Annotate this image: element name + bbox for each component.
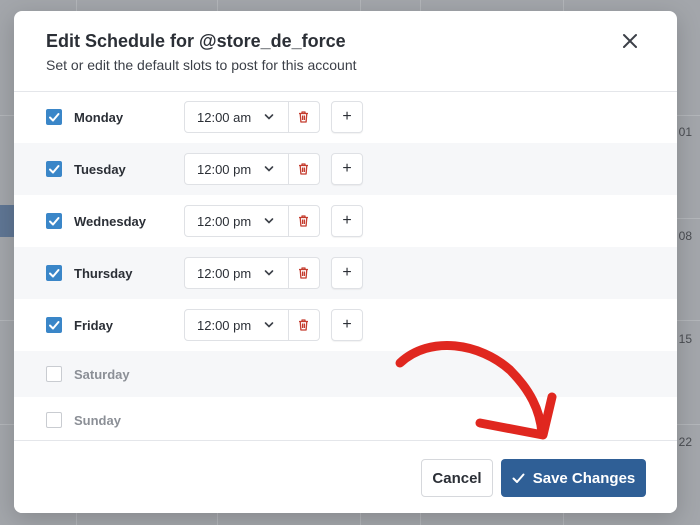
tuesday-checkbox[interactable] [46,161,62,177]
time-value: 12:00 pm [197,213,252,229]
day-label: Thursday [74,266,133,281]
cancel-button[interactable]: Cancel [421,459,493,497]
delete-slot-button[interactable] [287,310,320,340]
add-slot-button[interactable]: + [331,153,363,185]
trash-icon [299,215,309,227]
add-slot-button[interactable]: + [331,309,363,341]
day-label: Monday [74,110,124,125]
day-row-wednesday: Wednesday 12:00 pm + [14,195,677,247]
calendar-event-block [0,205,14,237]
modal-footer: Cancel Save Changes [14,440,677,513]
time-value: 12:00 am [197,109,252,125]
trash-icon [299,319,309,331]
day-label: Wednesday [74,214,147,229]
calendar-day-number: 01 [678,125,692,139]
chevron-down-icon [264,322,273,328]
time-slot: 12:00 am [184,101,320,133]
trash-icon [299,163,309,175]
time-select[interactable]: 12:00 am [185,102,288,132]
check-icon [512,473,525,483]
time-select[interactable]: 12:00 pm [185,206,288,236]
chevron-down-icon [264,166,273,172]
check-icon [49,165,60,174]
save-changes-button[interactable]: Save Changes [501,459,646,497]
calendar-day-number: 15 [678,332,692,346]
delete-slot-button[interactable] [287,102,320,132]
day-label: Saturday [74,367,130,382]
day-label: Friday [74,318,114,333]
close-button[interactable] [618,29,642,53]
check-icon [49,321,60,330]
check-icon [49,269,60,278]
check-icon [49,113,60,122]
time-value: 12:00 pm [197,317,252,333]
day-row-sunday: Sunday [14,397,677,440]
time-select[interactable]: 12:00 pm [185,310,288,340]
sunday-checkbox[interactable] [46,412,62,428]
edit-schedule-modal: Edit Schedule for @store_de_force Set or… [14,11,677,513]
add-slot-button[interactable]: + [331,205,363,237]
day-label: Tuesday [74,162,126,177]
day-row-friday: Friday 12:00 pm + [14,299,677,351]
time-select[interactable]: 12:00 pm [185,154,288,184]
modal-header: Edit Schedule for @store_de_force Set or… [14,11,677,92]
wednesday-checkbox[interactable] [46,213,62,229]
calendar-day-number: 08 [678,229,692,243]
time-slot: 12:00 pm [184,205,320,237]
trash-icon [299,111,309,123]
delete-slot-button[interactable] [287,154,320,184]
day-label: Sunday [74,413,121,428]
saturday-checkbox[interactable] [46,366,62,382]
trash-icon [299,267,309,279]
time-slot: 12:00 pm [184,153,320,185]
day-row-tuesday: Tuesday 12:00 pm + [14,143,677,195]
delete-slot-button[interactable] [287,206,320,236]
add-slot-button[interactable]: + [331,257,363,289]
time-select[interactable]: 12:00 pm [185,258,288,288]
chevron-down-icon [264,270,273,276]
check-icon [49,217,60,226]
day-row-saturday: Saturday [14,351,677,397]
day-row-monday: Monday 12:00 am + [14,91,677,143]
monday-checkbox[interactable] [46,109,62,125]
time-value: 12:00 pm [197,161,252,177]
time-slot: 12:00 pm [184,257,320,289]
chevron-down-icon [264,114,273,120]
modal-title: Edit Schedule for @store_de_force [46,31,346,51]
time-slot: 12:00 pm [184,309,320,341]
close-icon [623,34,637,48]
day-row-thursday: Thursday 12:00 pm + [14,247,677,299]
time-value: 12:00 pm [197,265,252,281]
save-button-label: Save Changes [532,469,636,487]
modal-subtitle: Set or edit the default slots to post fo… [46,57,357,73]
friday-checkbox[interactable] [46,317,62,333]
schedule-rows: Monday 12:00 am + Tuesday 12:00 pm + Wed… [14,91,677,440]
calendar-day-number: 22 [678,435,692,449]
add-slot-button[interactable]: + [331,101,363,133]
delete-slot-button[interactable] [287,258,320,288]
thursday-checkbox[interactable] [46,265,62,281]
chevron-down-icon [264,218,273,224]
